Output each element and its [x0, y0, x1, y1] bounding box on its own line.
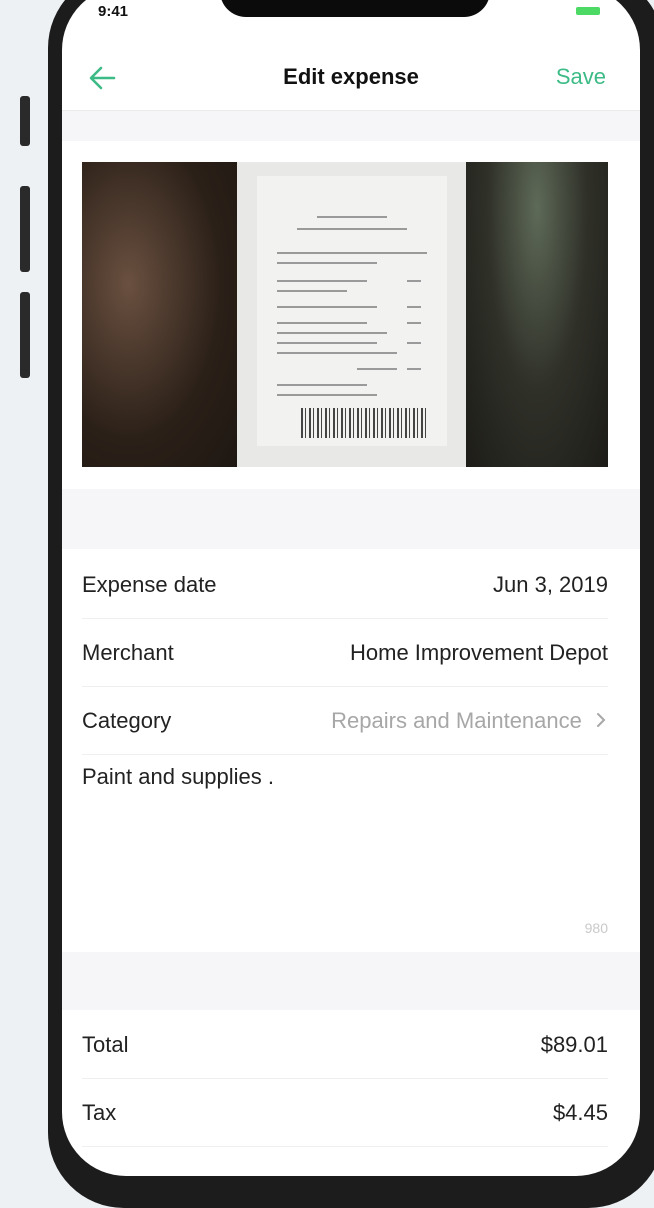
- phone-notch: [220, 0, 490, 17]
- total-value: $89.01: [540, 1032, 608, 1057]
- merchant-row[interactable]: Merchant Home Improvement Depot: [82, 618, 608, 687]
- merchant-label: Merchant: [82, 640, 174, 665]
- receipt-photo[interactable]: [82, 162, 608, 467]
- phone-volume-down: [20, 292, 30, 378]
- category-label: Category: [82, 708, 172, 733]
- merchant-value: Home Improvement Depot: [350, 640, 608, 665]
- receipt-barcode: [301, 408, 429, 438]
- photo-receipt-area: [237, 162, 466, 467]
- phone-side-button: [20, 96, 30, 146]
- tax-row[interactable]: Tax $4.45: [82, 1078, 608, 1147]
- expense-date-value: Jun 3, 2019: [493, 572, 608, 597]
- chevron-right-icon: [597, 713, 606, 727]
- tax-value: $4.45: [552, 1100, 608, 1125]
- expense-date-row[interactable]: Expense date Jun 3, 2019: [82, 550, 608, 619]
- notes-character-counter: 980: [584, 920, 608, 936]
- phone-volume-up: [20, 186, 30, 272]
- tax-label: Tax: [82, 1100, 117, 1125]
- category-value: Repairs and Maintenance: [331, 708, 608, 734]
- category-value-text: Repairs and Maintenance: [331, 708, 582, 733]
- section-spacer: [62, 489, 640, 549]
- category-row[interactable]: Category Repairs and Maintenance: [82, 686, 608, 755]
- status-time: 9:41: [98, 3, 129, 20]
- page-title: Edit expense: [283, 64, 419, 89]
- section-spacer: [62, 952, 640, 1010]
- expense-date-label: Expense date: [82, 572, 217, 597]
- receipt-image: [257, 176, 447, 446]
- total-row[interactable]: Total $89.01: [82, 1010, 608, 1079]
- photo-background-right: [466, 162, 608, 467]
- battery-icon: [576, 7, 600, 15]
- total-label: Total: [82, 1032, 129, 1057]
- navigation-bar: Edit expense Save: [62, 56, 640, 111]
- section-spacer: [62, 111, 640, 141]
- photo-background-left: [82, 162, 237, 467]
- save-button[interactable]: Save: [556, 64, 606, 90]
- phone-screen: 9:41 Edit expense Save Expense date Jun …: [62, 0, 640, 1176]
- notes-input[interactable]: Paint and supplies .: [82, 764, 274, 790]
